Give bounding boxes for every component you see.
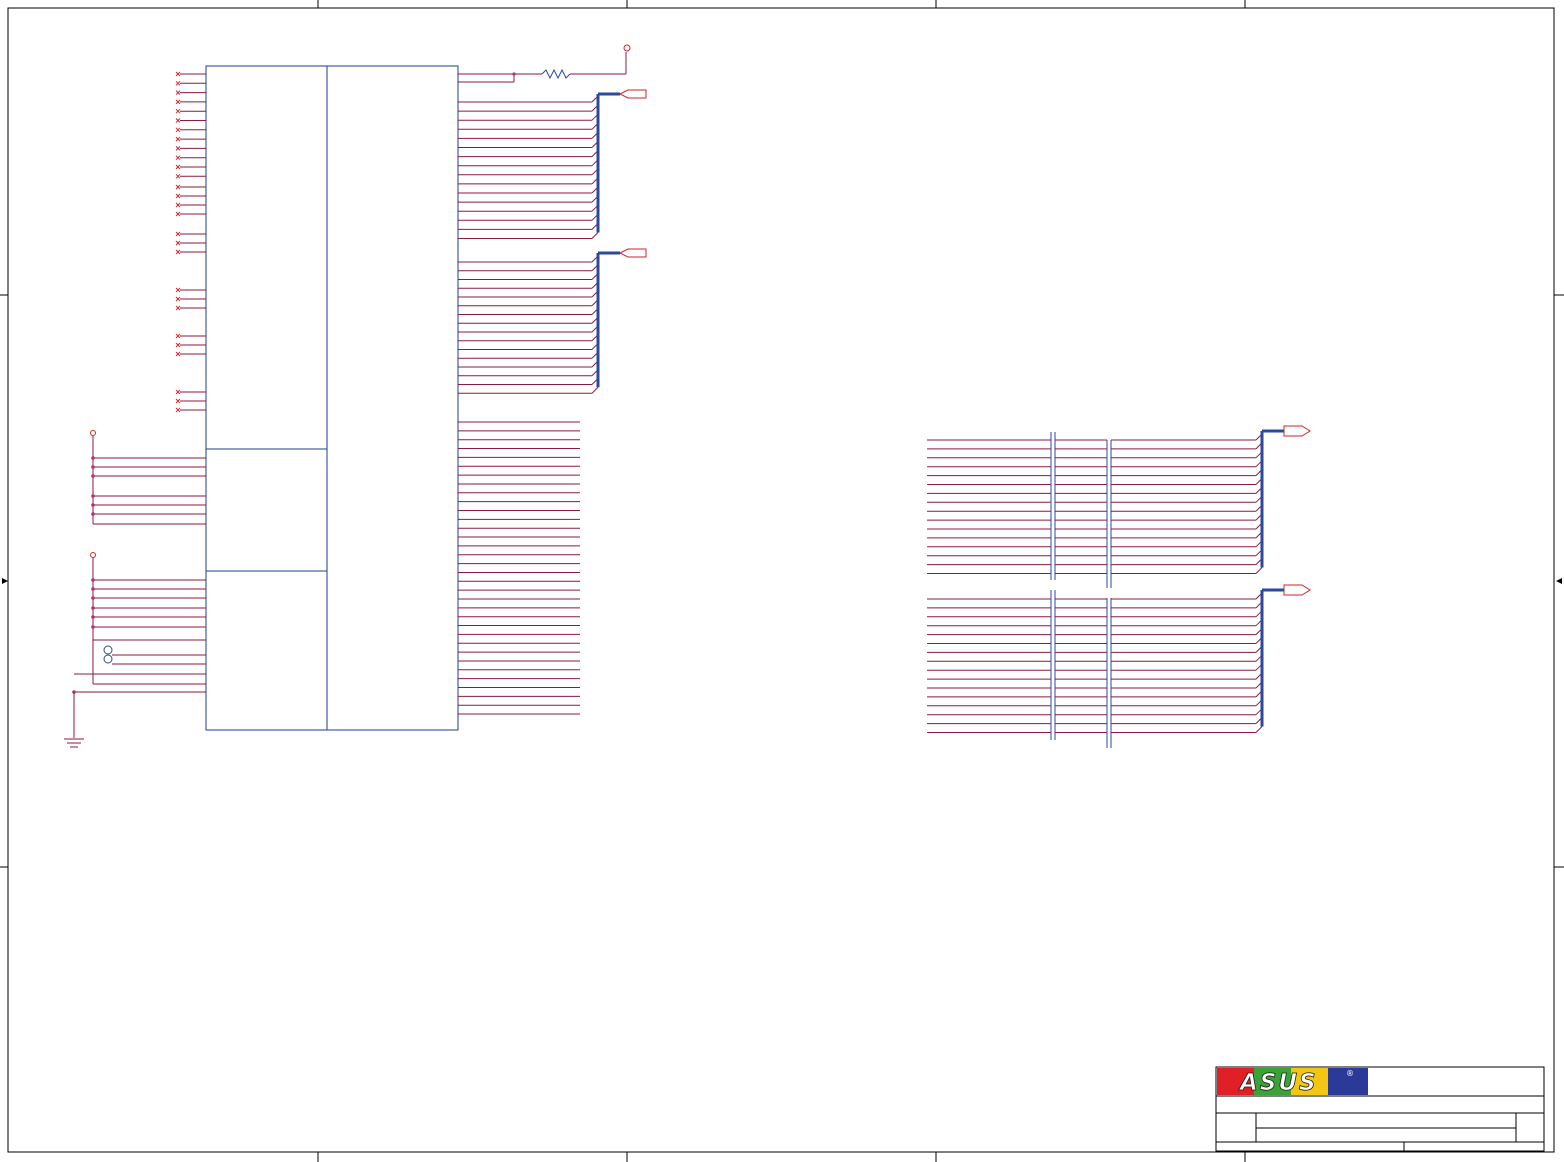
- center-arrow-right: [1556, 578, 1562, 584]
- power-symbol: [90, 552, 96, 558]
- power-symbol: [623, 44, 631, 52]
- ic-outline: [205, 65, 459, 731]
- ic-buses: [596, 89, 647, 388]
- power-symbol: [90, 430, 96, 436]
- junction-dot: [91, 503, 95, 507]
- jumper-loop: [103, 654, 113, 664]
- sheet-border: [7, 7, 1555, 1153]
- jumper-loop: [103, 645, 113, 655]
- pullup-nets: [72, 430, 206, 694]
- junction-dot: [91, 578, 95, 582]
- series-resistor-array: [927, 425, 1311, 748]
- center-arrow-left: [2, 578, 8, 584]
- junction-dot: [91, 474, 95, 478]
- bus-entry: [591, 386, 599, 394]
- bus-entry: [1255, 567, 1263, 574]
- junction-dot: [91, 625, 95, 629]
- no-connect-pins: [175, 71, 206, 413]
- junction-dot: [91, 587, 95, 591]
- logo-registered-mark: ®: [1346, 1069, 1354, 1078]
- bus-port: [1283, 584, 1311, 596]
- pullup-resistor: [458, 44, 631, 83]
- ic-component: [205, 65, 459, 731]
- ic-output-nets: [458, 95, 599, 715]
- bus-port: [618, 248, 647, 258]
- junction-dot: [91, 615, 95, 619]
- junction-dot: [91, 512, 95, 516]
- junction-dot: [91, 606, 95, 610]
- title-block: ASUS ®: [1215, 1066, 1545, 1152]
- junction-dot: [91, 596, 95, 600]
- bus-port: [1283, 425, 1311, 437]
- junction-dot: [91, 456, 95, 460]
- asus-logo: ASUS ®: [1217, 1068, 1368, 1096]
- bus-entry: [1255, 726, 1263, 733]
- logo-text: ASUS: [1238, 1070, 1318, 1096]
- ground-symbol: [64, 692, 84, 748]
- schematic-sheet: ASUS ®: [0, 0, 1564, 1162]
- bus-entry: [591, 232, 599, 239]
- junction-dot: [91, 494, 95, 498]
- junction-dot: [91, 465, 95, 469]
- zone-ticks: [0, 0, 1564, 1162]
- bus-port: [618, 89, 647, 99]
